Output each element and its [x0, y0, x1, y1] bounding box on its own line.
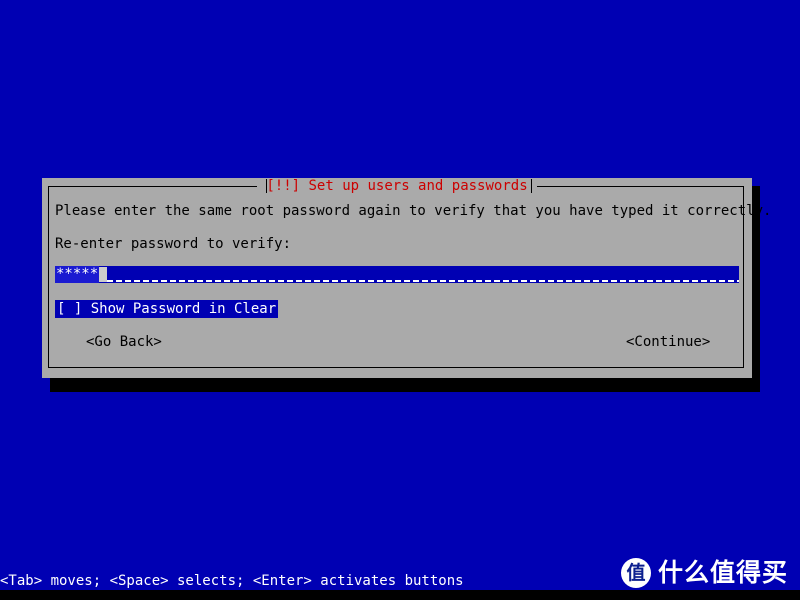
setup-dialog: [!!] Set up users and passwords Please e… [42, 178, 771, 378]
installer-screen: [!!] Set up users and passwords Please e… [0, 0, 800, 600]
dialog-title: [!!] Set up users and passwords [257, 178, 537, 194]
watermark-text: 什么值得买 [657, 558, 788, 587]
bottom-black-strip [0, 590, 800, 600]
go-back-button[interactable]: <Go Back> [86, 333, 162, 351]
show-password-checkbox[interactable]: [ ] Show Password in Clear [55, 300, 279, 318]
password-field-label: Re-enter password to verify: [55, 236, 292, 252]
watermark: 值 什么值得买 [620, 558, 788, 588]
title-tick-left-icon [266, 179, 267, 193]
prompt-text: Please enter the same root password agai… [55, 203, 772, 219]
password-masked-value: ***** [55, 266, 100, 283]
password-field-rule [107, 280, 739, 282]
text-cursor [99, 267, 107, 282]
watermark-badge-icon: 值 [620, 558, 651, 588]
continue-button[interactable]: <Continue> [626, 333, 710, 351]
title-tick-right-icon [531, 179, 532, 193]
password-input[interactable]: ***** [55, 266, 739, 283]
